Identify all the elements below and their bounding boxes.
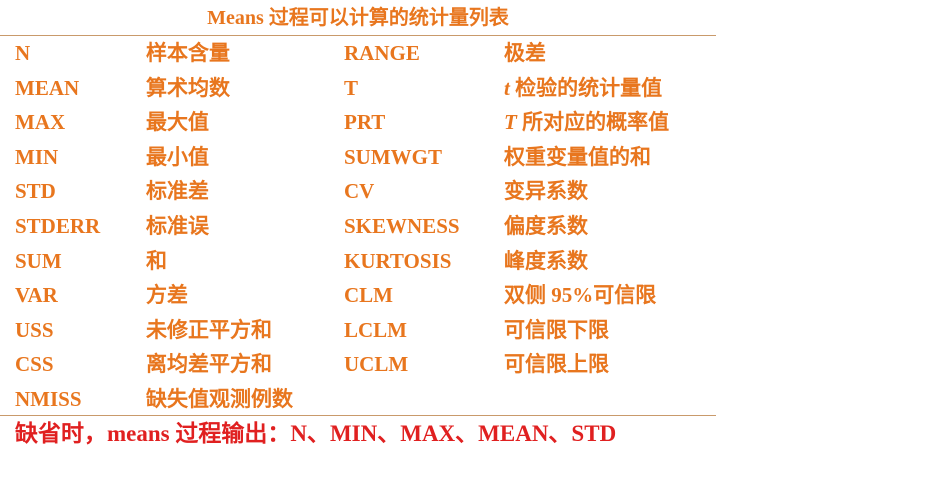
statistic-code: STDERR bbox=[15, 213, 101, 238]
default-output-note: 缺省时，means 过程输出：N、MIN、MAX、MEAN、STD bbox=[15, 421, 617, 446]
statistic-description: t 检验的统计量值 bbox=[504, 71, 662, 106]
statistic-description: 标准误 bbox=[146, 213, 209, 238]
table-row: CSS 离均差平方和 UCLM 可信限上限 bbox=[0, 347, 716, 382]
statistic-symbol: T bbox=[504, 110, 517, 135]
statistic-description: 双侧 95%可信限 bbox=[504, 283, 657, 308]
statistic-code: VAR bbox=[15, 283, 58, 308]
statistic-code: PRT bbox=[344, 110, 386, 135]
statistic-code: NMISS bbox=[15, 386, 82, 411]
statistic-description: 离均差平方和 bbox=[146, 352, 272, 377]
table-title: Means 过程可以计算的统计量列表 bbox=[207, 7, 509, 29]
statistic-code: USS bbox=[15, 317, 54, 342]
table-row: STD 标准差 CV 变异系数 bbox=[0, 174, 716, 209]
statistic-code: STD bbox=[15, 179, 56, 204]
bottom-rule bbox=[0, 415, 716, 416]
statistic-description: 算术均数 bbox=[146, 75, 230, 100]
table-row: NMISS 缺失值观测例数 bbox=[0, 382, 716, 417]
table-row: SUM 和 KURTOSIS 峰度系数 bbox=[0, 244, 716, 279]
statistic-description: 峰度系数 bbox=[504, 248, 588, 273]
statistics-table: N 样本含量 RANGE 极差 MEAN 算术均数 T t 检验的统计量值 MA… bbox=[0, 36, 716, 417]
statistic-description: T 所对应的概率值 bbox=[504, 105, 669, 140]
statistic-code: SUMWGT bbox=[344, 144, 443, 169]
statistic-code: RANGE bbox=[344, 41, 420, 65]
statistic-description: 方差 bbox=[146, 283, 188, 308]
table-row: N 样本含量 RANGE 极差 bbox=[0, 36, 716, 71]
statistic-code: MEAN bbox=[15, 75, 80, 100]
statistic-description: 标准差 bbox=[146, 179, 209, 204]
statistic-code: KURTOSIS bbox=[344, 248, 452, 273]
statistic-description: 极差 bbox=[504, 41, 546, 65]
statistic-code: N bbox=[15, 41, 31, 65]
table-row: MAX 最大值 PRT T 所对应的概率值 bbox=[0, 105, 716, 140]
statistic-description: 可信限下限 bbox=[504, 317, 609, 342]
statistic-description: 未修正平方和 bbox=[146, 317, 272, 342]
statistic-code: LCLM bbox=[344, 317, 407, 342]
statistic-code: CV bbox=[344, 179, 375, 204]
table-row: VAR 方差 CLM 双侧 95%可信限 bbox=[0, 278, 716, 313]
table-row: STDERR 标准误 SKEWNESS 偏度系数 bbox=[0, 209, 716, 244]
statistic-description: 可信限上限 bbox=[504, 352, 609, 377]
statistic-description: 变异系数 bbox=[504, 179, 588, 204]
statistic-description-text: 所对应的概率值 bbox=[516, 110, 670, 135]
statistic-description-text: 检验的统计量值 bbox=[509, 75, 663, 100]
statistic-description: 最大值 bbox=[146, 110, 209, 135]
statistic-description: 权重变量值的和 bbox=[504, 144, 651, 169]
statistic-description: 样本含量 bbox=[146, 41, 230, 65]
table-row: MIN 最小值 SUMWGT 权重变量值的和 bbox=[0, 140, 716, 175]
table-row: USS 未修正平方和 LCLM 可信限下限 bbox=[0, 313, 716, 348]
statistic-description: 最小值 bbox=[146, 144, 209, 169]
statistic-code: SUM bbox=[15, 248, 62, 273]
statistic-code: MAX bbox=[15, 110, 66, 135]
statistic-code: CLM bbox=[344, 283, 393, 308]
statistic-description: 和 bbox=[146, 248, 167, 273]
statistic-code: MIN bbox=[15, 144, 59, 169]
statistic-code: CSS bbox=[15, 352, 54, 377]
statistic-description: 偏度系数 bbox=[504, 213, 588, 238]
statistic-code: SKEWNESS bbox=[344, 213, 460, 238]
statistic-code: T bbox=[344, 75, 359, 100]
statistic-code: UCLM bbox=[344, 352, 409, 377]
table-row: MEAN 算术均数 T t 检验的统计量值 bbox=[0, 71, 716, 106]
statistic-description: 缺失值观测例数 bbox=[146, 386, 293, 411]
